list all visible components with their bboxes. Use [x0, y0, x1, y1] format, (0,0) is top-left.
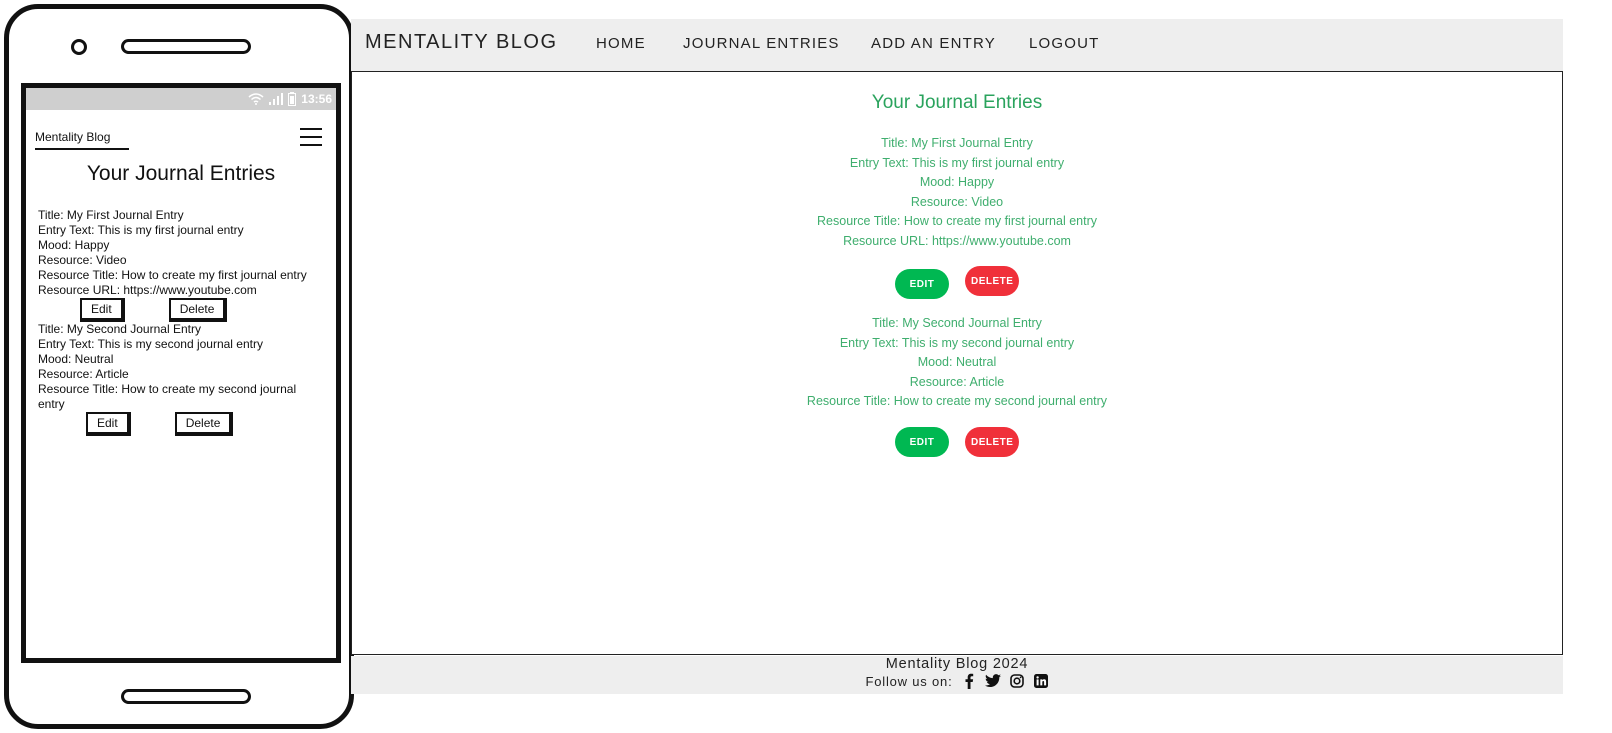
- mobile-entry-actions: Edit Delete: [86, 412, 324, 436]
- entry-title: Title: My Second Journal Entry: [872, 316, 1042, 330]
- mobile-navbar: Mentality Blog: [26, 110, 336, 156]
- navbar: MENTALITY BLOG HOME JOURNAL ENTRIES ADD …: [351, 19, 1563, 71]
- footer-copyright: Mentality Blog 2024: [885, 656, 1029, 672]
- instagram-icon[interactable]: [1009, 673, 1025, 689]
- signal-icon: [269, 93, 284, 105]
- linkedin-icon[interactable]: [1033, 673, 1049, 689]
- mobile-entry-1: Title: My First Journal Entry Entry Text…: [26, 208, 336, 322]
- entry-resource-url: Resource URL: https://www.youtube.com: [38, 283, 257, 297]
- entry-resource: Resource: Article: [38, 367, 129, 381]
- nav-logout[interactable]: LOGOUT: [1029, 35, 1100, 52]
- edit-button[interactable]: EDIT: [895, 269, 949, 299]
- edit-button[interactable]: Edit: [86, 412, 131, 436]
- entry-resource-title: Resource Title: How to create my second …: [38, 382, 297, 411]
- brand-logo[interactable]: MENTALITY BLOG: [365, 31, 558, 54]
- phone-mockup: 13:56 Mentality Blog Your Journal Entrie…: [4, 4, 354, 729]
- entry-mood: Mood: Happy: [919, 175, 995, 189]
- main-content: Your Journal Entries Title: My First Jou…: [351, 71, 1563, 655]
- nav-journal-entries[interactable]: JOURNAL ENTRIES: [683, 35, 840, 52]
- entry-resource-title: Resource Title: How to create my first j…: [817, 214, 1097, 228]
- entry-resource: Resource: Video: [910, 194, 1004, 209]
- follow-label: Follow us on:: [865, 673, 953, 689]
- mobile-entry-actions: Edit Delete: [80, 298, 324, 322]
- camera-icon: [71, 39, 87, 55]
- delete-button[interactable]: Delete: [168, 298, 228, 322]
- entry-text: Entry Text: This is my first journal ent…: [38, 223, 244, 237]
- journal-entry-1: Title: My First Journal Entry Entry Text…: [352, 134, 1562, 251]
- edit-button[interactable]: EDIT: [895, 427, 949, 457]
- page-title: Your Journal Entries: [871, 92, 1043, 113]
- entry-text: Entry Text: This is my second journal en…: [38, 337, 263, 351]
- social-links: Follow us on:: [351, 673, 1563, 689]
- entry-1-actions: EDIT DELETE: [352, 266, 1562, 299]
- hamburger-menu-icon[interactable]: [300, 128, 322, 148]
- wifi-icon: [248, 93, 264, 105]
- status-time: 13:56: [301, 92, 332, 106]
- mobile-entry-2: Title: My Second Journal Entry Entry Tex…: [26, 322, 336, 436]
- brand-underline: [35, 148, 129, 150]
- mobile-page-title: Your Journal Entries: [86, 162, 276, 185]
- delete-button[interactable]: DELETE: [965, 266, 1019, 296]
- journal-entry-2: Title: My Second Journal Entry Entry Tex…: [352, 314, 1562, 412]
- entry-title: Title: My Second Journal Entry: [38, 322, 201, 336]
- entry-title: Title: My First Journal Entry: [881, 136, 1033, 150]
- entry-title: Title: My First Journal Entry: [38, 208, 184, 222]
- delete-button[interactable]: Delete: [174, 412, 234, 436]
- nav-home[interactable]: HOME: [596, 35, 646, 52]
- footer: Mentality Blog 2024 Follow us on:: [351, 656, 1563, 694]
- entry-2-actions: EDIT DELETE: [352, 427, 1562, 457]
- entry-resource-url: Resource URL: https://www.youtube.com: [843, 233, 1071, 248]
- entry-resource-title: Resource Title: How to create my second …: [806, 394, 1108, 408]
- speaker-slot: [121, 39, 251, 54]
- home-bar: [121, 689, 251, 704]
- entry-resource: Resource: Article: [909, 374, 1005, 389]
- phone-screen: 13:56 Mentality Blog Your Journal Entrie…: [21, 83, 341, 663]
- entry-resource-title: Resource Title: How to create my first j…: [38, 268, 307, 282]
- delete-button[interactable]: DELETE: [965, 427, 1019, 457]
- entry-mood: Mood: Neutral: [38, 352, 114, 366]
- facebook-icon[interactable]: [961, 673, 977, 689]
- nav-add-entry[interactable]: ADD AN ENTRY: [871, 35, 996, 52]
- edit-button[interactable]: Edit: [80, 298, 125, 322]
- mobile-brand[interactable]: Mentality Blog: [35, 130, 110, 144]
- entry-mood: Mood: Happy: [38, 238, 110, 252]
- twitter-icon[interactable]: [984, 673, 1001, 689]
- entry-text: Entry Text: This is my second journal en…: [839, 335, 1075, 350]
- status-bar: 13:56: [26, 88, 336, 110]
- battery-icon: [288, 92, 297, 106]
- entry-mood: Mood: Neutral: [917, 355, 997, 369]
- entry-text: Entry Text: This is my first journal ent…: [849, 155, 1065, 170]
- entry-resource: Resource: Video: [38, 253, 127, 267]
